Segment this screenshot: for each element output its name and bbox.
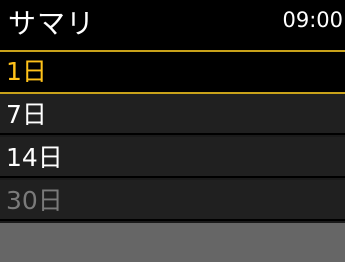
menu-item-label: 1日	[6, 57, 47, 86]
menu-item-label: 30日	[6, 186, 63, 215]
page-title: サマリ	[8, 7, 96, 40]
header-bar: サマリ 09:00	[0, 0, 345, 50]
menu-item-30-days: 30日	[0, 180, 345, 221]
clock-time: 09:00	[282, 8, 343, 32]
menu-item-label: 7日	[6, 100, 47, 129]
menu-item-7-days[interactable]: 7日	[0, 94, 345, 135]
menu-item-1-day[interactable]: 1日	[0, 50, 345, 94]
menu-item-label: 14日	[6, 143, 63, 172]
menu-item-14-days[interactable]: 14日	[0, 137, 345, 178]
footer-bar	[0, 223, 345, 262]
summary-screen: サマリ 09:00 1日 7日 14日 30日	[0, 0, 345, 262]
